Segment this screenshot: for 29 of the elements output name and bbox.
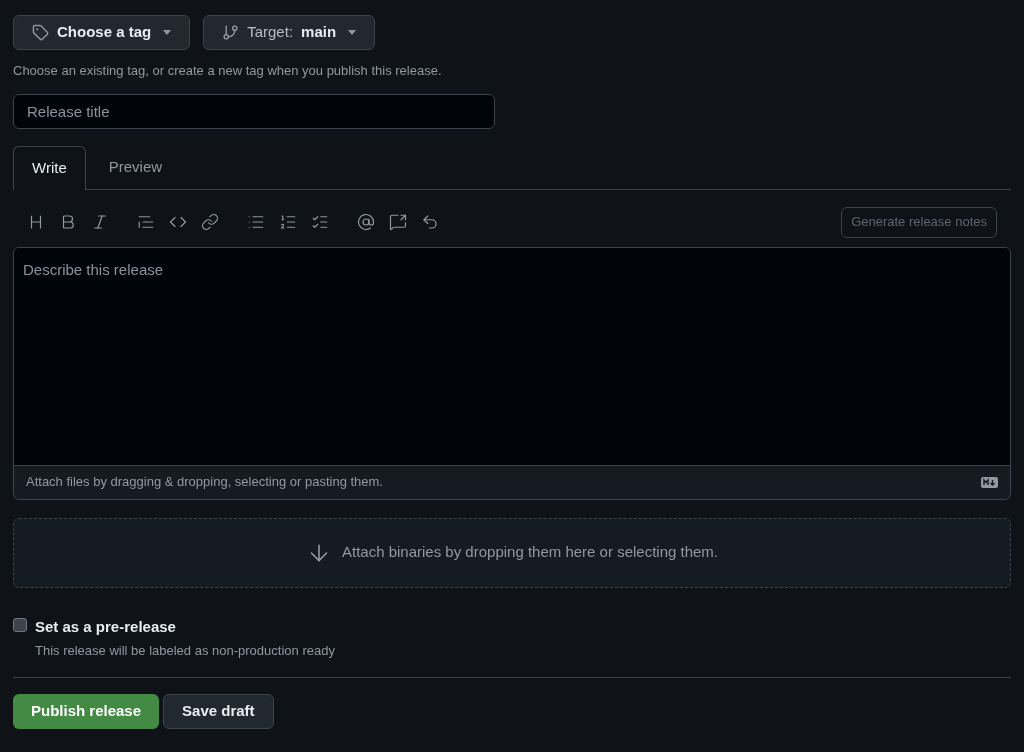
bulleted-list-icon[interactable]: [247, 213, 265, 231]
save-draft-button[interactable]: Save draft: [163, 693, 274, 729]
link-icon[interactable]: [201, 213, 219, 231]
editor-tab[interactable]: Write: [13, 145, 86, 190]
italic-icon[interactable]: [91, 213, 109, 231]
tag-icon: [32, 24, 49, 41]
mention-icon[interactable]: [357, 213, 375, 231]
reference-icon[interactable]: [389, 213, 407, 231]
reply-icon[interactable]: [421, 213, 439, 231]
caret-icon: [163, 30, 172, 35]
quote-icon[interactable]: [137, 213, 155, 231]
release-title-field[interactable]: Release title: [13, 93, 495, 129]
prerelease-checkbox[interactable]: [13, 617, 27, 632]
task-list-icon[interactable]: [311, 213, 329, 231]
binaries-drop-zone[interactable]: Attach binaries by dropping them here or selecting them.: [13, 517, 1011, 588]
numbered-list-icon[interactable]: [279, 213, 297, 231]
prerelease-label[interactable]: Set as a pre-release: [35, 615, 335, 638]
branch-icon: [222, 24, 240, 41]
publish-button[interactable]: Publish release: [13, 693, 160, 729]
binaries-hint: Attach binaries by dropping them here or selecting them.: [341, 542, 718, 563]
tag-dropdown[interactable]: Choose a tag: [13, 15, 191, 50]
markdown-icon: [981, 476, 998, 488]
target-branch-dropdown[interactable]: Target: main: [203, 15, 376, 50]
tag-hint: Choose an existing tag, or create a new tag when you publish this release.: [13, 62, 443, 80]
editor-tab[interactable]: Preview: [85, 145, 186, 189]
caret-icon: [348, 30, 357, 35]
prerelease-description: This release will be labeled as non-production ready: [35, 642, 335, 660]
attach-files-hint: Attach files by dragging & dropping, selecting or pasting them.: [26, 473, 383, 492]
description-field[interactable]: Describe this release: [14, 247, 1010, 466]
